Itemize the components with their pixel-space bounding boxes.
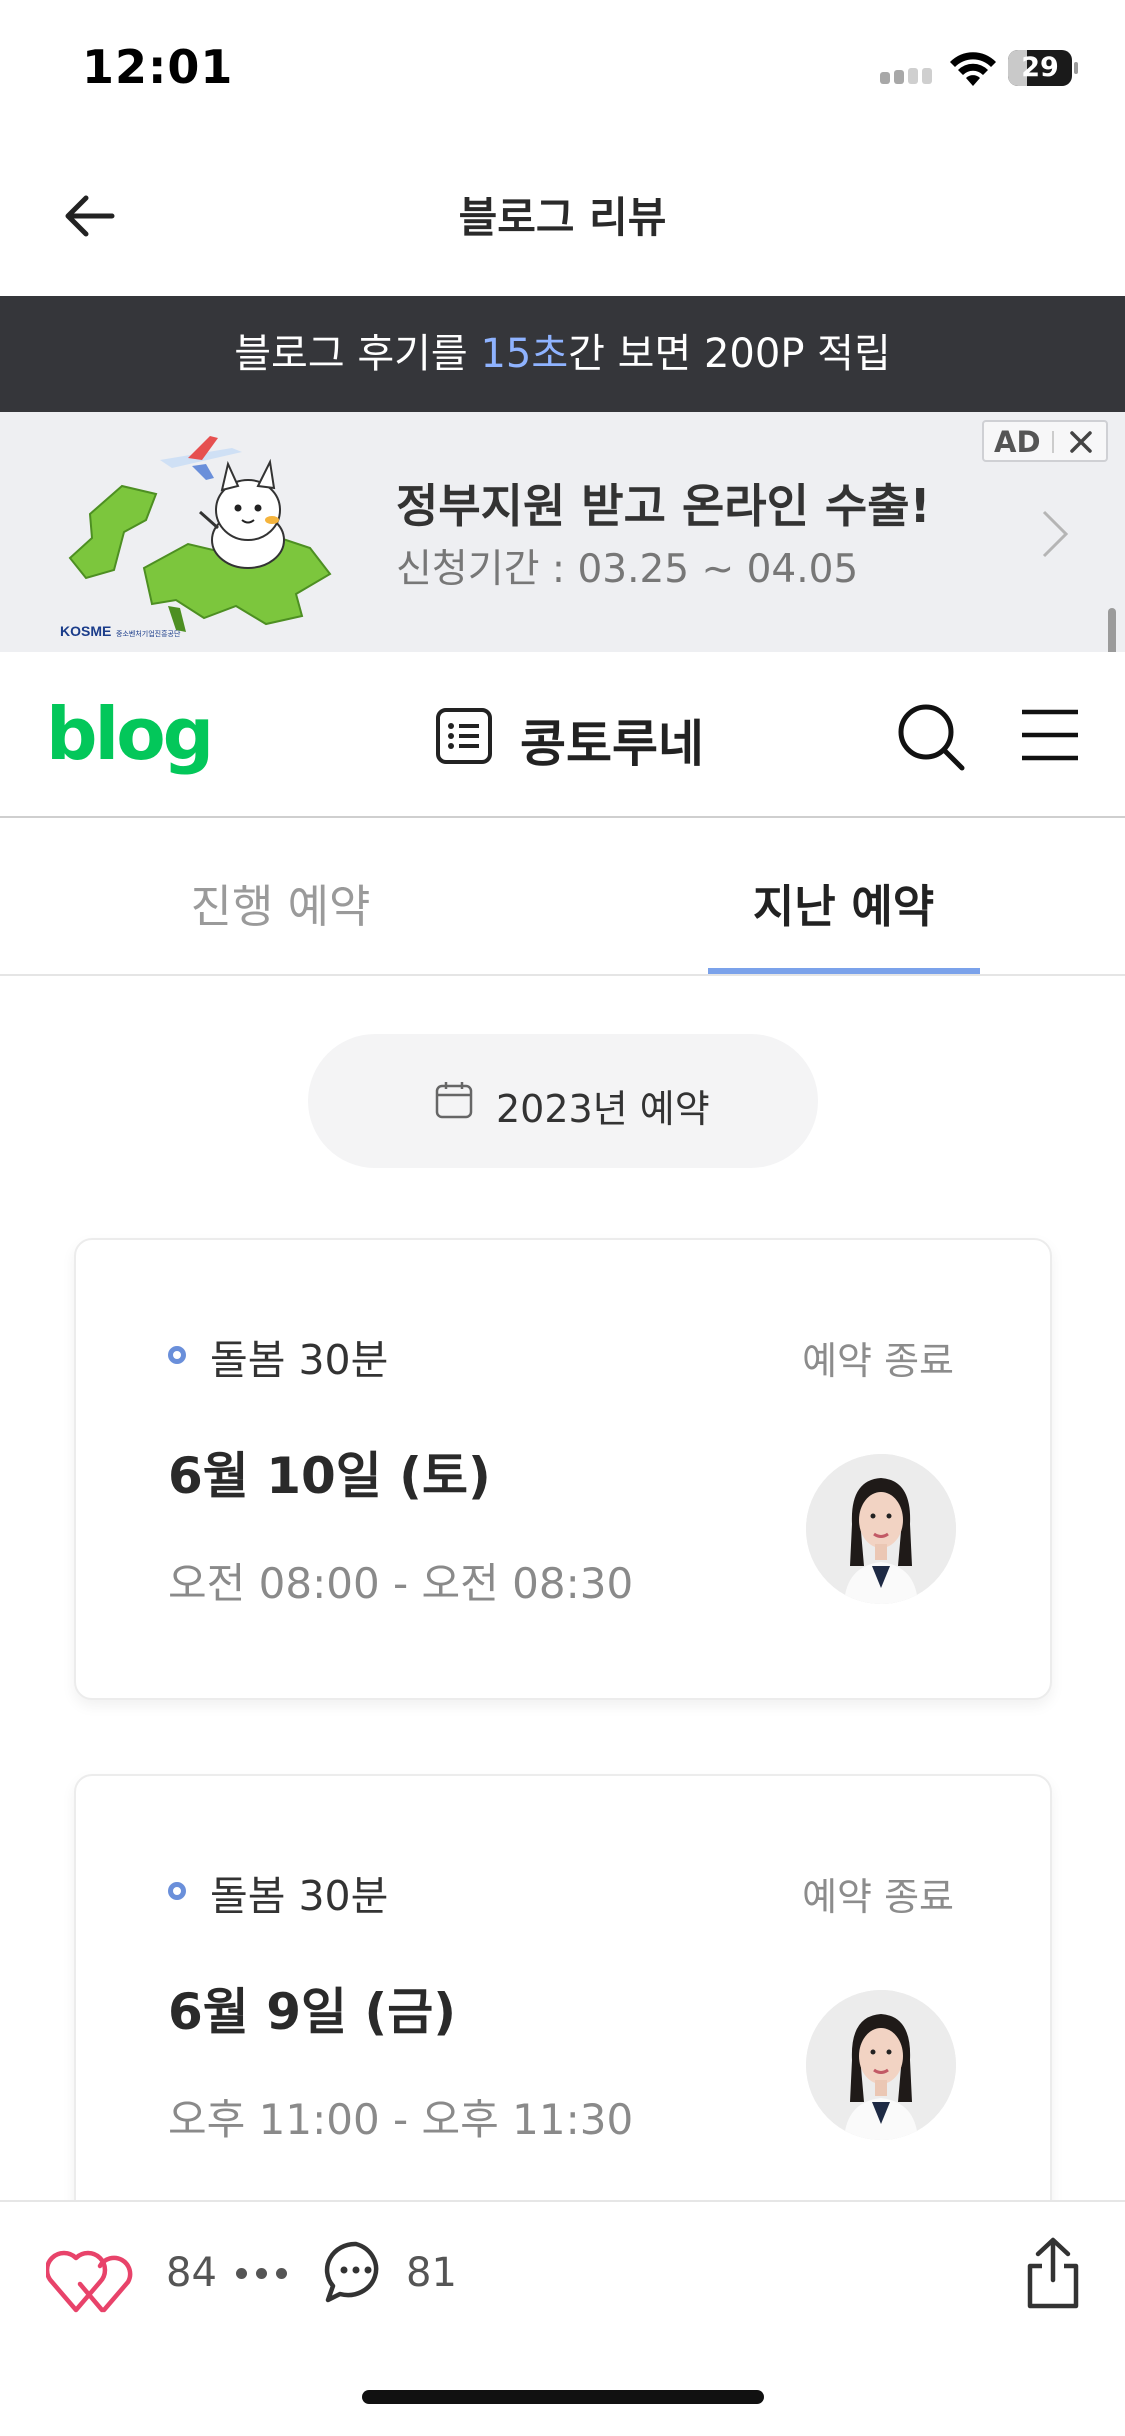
calendar-icon (435, 1082, 473, 1119)
reservation-card[interactable]: 돌봄 30분 예약 종료 6월 10일 (토) 오전 08:00 - 오전 08… (74, 1238, 1052, 1700)
reservation-time: 오후 11:00 - 오후 11:30 (168, 2095, 634, 2144)
ad-banner[interactable]: KOSME 중소벤처기업진흥공단 정부지원 받고 온라인 수출! 신청기간 : … (0, 412, 1125, 652)
service-name: 돌봄 30분 (210, 1872, 389, 1920)
status-dot-icon (168, 1882, 186, 1900)
top-navigation: 블로그 리뷰 (0, 140, 1125, 296)
promo-text-start: 블로그 후기를 (234, 331, 481, 377)
wifi-icon (950, 52, 996, 86)
tab-past-reservations[interactable]: 지난 예약 (560, 820, 1120, 976)
avatar (806, 1454, 956, 1604)
home-indicator[interactable] (362, 2390, 764, 2404)
ad-illustration: KOSME 중소벤처기업진흥공단 (60, 436, 332, 639)
status-time: 12:01 (82, 40, 234, 94)
ad-label[interactable]: AD (982, 420, 1108, 462)
svg-text:중소벤처기업진흥공단: 중소벤처기업진흥공단 (116, 629, 181, 638)
post-list-icon[interactable] (434, 706, 494, 766)
reservation-date: 6월 9일 (금) (168, 1983, 457, 2041)
blog-header: blog 콩토루네 (0, 652, 1125, 818)
promo-text-end: 간 보면 200P 적립 (568, 331, 891, 377)
tab-label: 지난 예약 (752, 880, 935, 933)
active-tab-indicator (708, 968, 980, 974)
comment-count: 81 (406, 2250, 457, 2296)
ad-label-divider (1052, 431, 1054, 453)
app-screen: 12:01 29 블로그 리뷰 블로그 후기를 15초간 보면 200P 적립 … (0, 0, 1125, 2436)
page-title: 블로그 리뷰 (458, 193, 667, 242)
promo-highlight: 15초 (480, 331, 569, 377)
search-icon[interactable] (894, 700, 966, 772)
ad-label-text: AD (994, 425, 1041, 459)
like-count: 84 (166, 2250, 217, 2296)
year-filter-label: 2023년 예약 (496, 1087, 710, 1131)
heart-icon[interactable] (46, 2238, 142, 2318)
battery-icon: 29 (1008, 50, 1078, 86)
avatar (806, 1990, 956, 2140)
service-name: 돌봄 30분 (210, 1336, 389, 1384)
ad-brand-logo: KOSME (60, 623, 111, 639)
battery-level: 29 (1021, 52, 1059, 83)
hamburger-menu-icon[interactable] (1020, 706, 1080, 764)
blog-name[interactable]: 콩토루네 (520, 704, 704, 776)
chevron-right-icon (1042, 510, 1069, 558)
reward-promo-banner: 블로그 후기를 15초간 보면 200P 적립 (0, 296, 1125, 412)
reservation-date: 6월 10일 (토) (168, 1447, 491, 1505)
comment-icon[interactable] (322, 2238, 390, 2306)
reservation-status: 예약 종료 (802, 1339, 954, 1383)
year-filter-button[interactable]: 2023년 예약 (308, 1034, 818, 1168)
status-bar: 12:01 29 (0, 0, 1125, 140)
blog-logo[interactable]: blog (46, 692, 214, 776)
reservation-status: 예약 종료 (802, 1875, 954, 1919)
reservation-time: 오전 08:00 - 오전 08:30 (168, 1559, 634, 1608)
reservation-tabs: 진행 예약 지난 예약 (0, 820, 1125, 976)
more-dots-icon[interactable] (236, 2268, 288, 2282)
share-icon[interactable] (1022, 2236, 1084, 2310)
ad-title: 정부지원 받고 온라인 수출! (396, 479, 931, 533)
cellular-signal-icon (880, 68, 936, 84)
status-dot-icon (168, 1346, 186, 1364)
close-icon[interactable] (1066, 427, 1096, 457)
ad-subtitle: 신청기간 : 03.25 ~ 04.05 (396, 547, 859, 592)
